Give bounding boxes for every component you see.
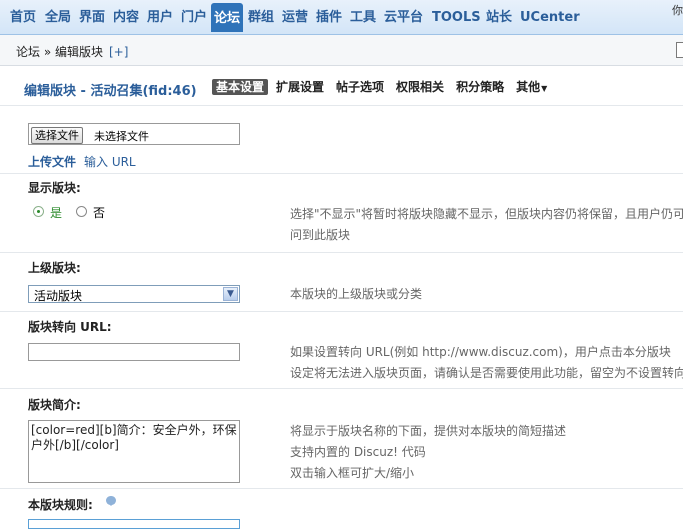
tab-other-label: 其他 [516, 80, 541, 94]
breadcrumb-bar: 论坛 » 编辑版块 [+] [0, 35, 683, 66]
parent-forum-select[interactable]: 活动版块 ▼ [28, 285, 240, 303]
redirect-url-desc-2: 设定将无法进入版块页面，请确认是否需要使用此功能，留空为不设置转向 [290, 366, 683, 380]
settings-tabs: 基本设置 扩展设置 帖子选项 权限相关 积分策略 其他▼ [212, 79, 555, 97]
nav-item-cloud[interactable]: 云平台 [384, 8, 423, 28]
show-forum-desc-1: 选择"不显示"将暂时将版块隐藏不显示，但版块内容仍将保留，且用户仍可 [290, 207, 683, 221]
redirect-url-input[interactable] [28, 343, 240, 361]
redirect-url-desc-1: 如果设置转向 URL(例如 http://www.discuz.com)，用户点… [290, 345, 671, 359]
nav-item-forum[interactable]: 论坛 [211, 3, 244, 32]
description-label: 版块简介: [28, 398, 81, 412]
search-box[interactable] [676, 42, 683, 58]
divider [0, 388, 683, 389]
dropdown-arrow-icon: ▼ [541, 84, 548, 93]
top-nav: 首页 全局 界面 内容 用户 门户 论坛 群组 运营 插件 工具 云平台 TOO… [0, 0, 683, 35]
divider [0, 252, 683, 253]
divider [0, 488, 683, 489]
chevron-down-icon[interactable]: ▼ [223, 287, 238, 301]
divider [0, 173, 683, 174]
rules-label: 本版块规则: [28, 498, 93, 512]
nav-item-interface[interactable]: 界面 [79, 8, 105, 28]
tab-permissions[interactable]: 权限相关 [392, 79, 448, 95]
input-url-link[interactable]: 输入 URL [84, 153, 136, 170]
show-no-radio[interactable] [76, 206, 87, 217]
redirect-url-label: 版块转向 URL: [28, 320, 112, 334]
show-forum-desc-2: 问到此版块 [290, 228, 351, 242]
nav-item-ucenter[interactable]: UCenter [520, 8, 580, 28]
tab-credits[interactable]: 积分策略 [452, 79, 508, 95]
page-title: 编辑版块 - 活动召集(fid:46) [24, 84, 197, 99]
add-shortcut-link[interactable]: [+] [109, 45, 128, 59]
nav-item-tools-en[interactable]: TOOLS [432, 8, 481, 28]
show-yes-label[interactable]: 是 [50, 204, 62, 221]
description-desc-3: 双击输入框可扩大/缩小 [290, 466, 415, 480]
breadcrumb-path[interactable]: 论坛 » 编辑版块 [16, 45, 103, 59]
description-desc-1: 将显示于版块名称的下面，提供对本版块的简短描述 [290, 424, 567, 438]
nav-item-tools[interactable]: 工具 [350, 8, 376, 28]
nav-item-user[interactable]: 用户 [147, 8, 173, 28]
nav-item-group[interactable]: 群组 [248, 8, 274, 28]
nav-item-portal[interactable]: 门户 [181, 8, 207, 28]
tab-basic[interactable]: 基本设置 [212, 79, 269, 95]
show-no-label[interactable]: 否 [93, 204, 105, 221]
user-greeting: 你 [672, 4, 683, 17]
upload-file-link[interactable]: 上传文件 [28, 153, 76, 170]
description-textarea[interactable]: [color=red][b]简介：安全户外，环保户外[/b][/color] [28, 420, 240, 483]
parent-forum-label: 上级版块: [28, 261, 81, 275]
tab-other[interactable]: 其他▼ [512, 79, 551, 95]
tab-post-options[interactable]: 帖子选项 [332, 79, 388, 95]
show-yes-radio[interactable] [33, 206, 44, 217]
show-forum-label: 显示版块: [28, 181, 81, 195]
parent-forum-value: 活动版块 [34, 289, 83, 303]
nav-item-operation[interactable]: 运营 [282, 8, 308, 28]
breadcrumb: 论坛 » 编辑版块 [+] [16, 43, 128, 60]
nav-item-webmaster[interactable]: 站长 [486, 8, 512, 28]
divider [0, 105, 683, 106]
description-desc-2: 支持内置的 Discuz! 代码 [290, 445, 426, 459]
nav-item-global[interactable]: 全局 [45, 8, 71, 28]
file-status: 未选择文件 [94, 130, 149, 143]
parent-forum-desc: 本版块的上级版块或分类 [290, 287, 423, 301]
nav-item-plugin[interactable]: 插件 [316, 8, 342, 28]
nav-item-content[interactable]: 内容 [113, 8, 139, 28]
divider [0, 311, 683, 312]
help-bubble-icon[interactable] [106, 496, 116, 506]
rules-textarea[interactable] [28, 519, 240, 529]
nav-item-home[interactable]: 首页 [10, 8, 36, 28]
tab-extended[interactable]: 扩展设置 [272, 79, 328, 95]
choose-file-button[interactable]: 选择文件 [31, 127, 83, 144]
